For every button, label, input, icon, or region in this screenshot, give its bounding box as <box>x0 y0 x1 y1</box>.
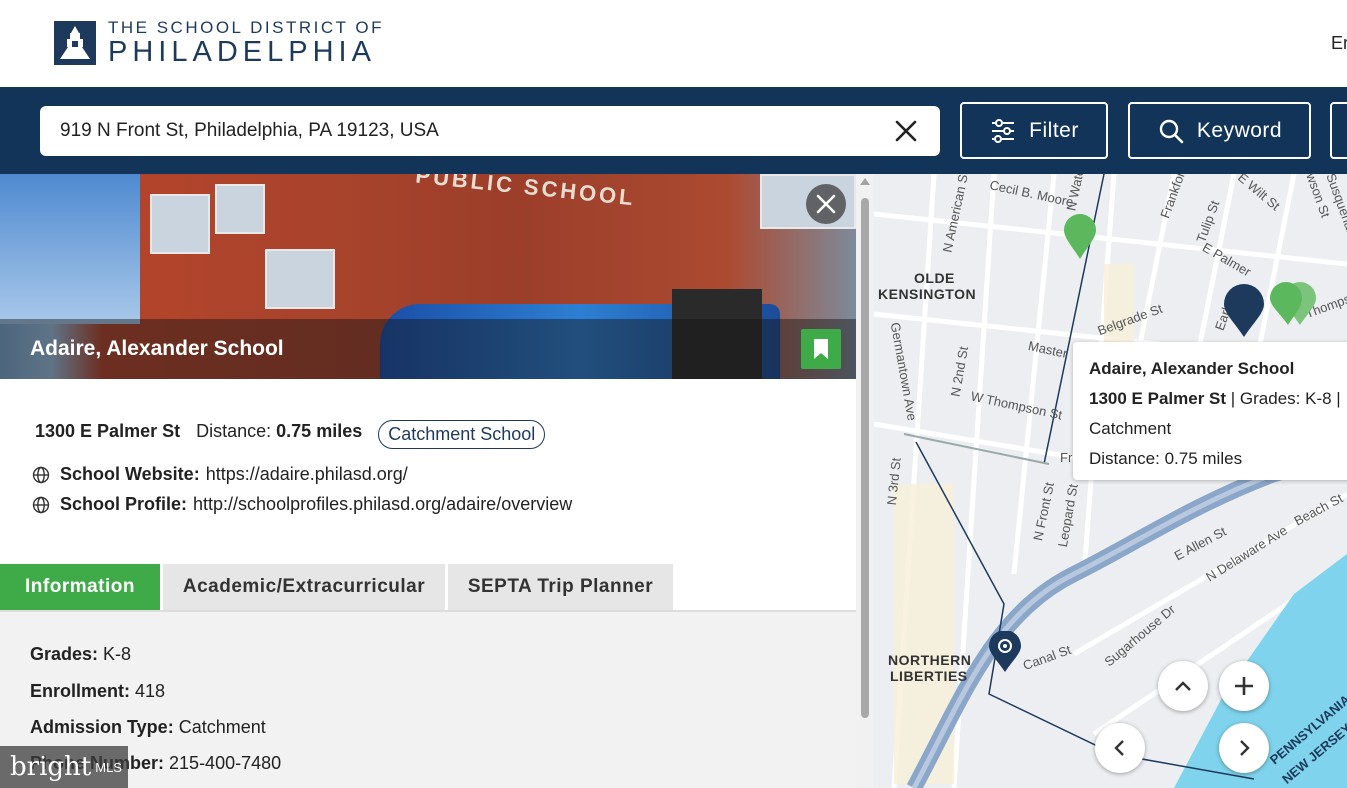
map-zoom-in-button[interactable] <box>1219 661 1269 711</box>
enrollment-value: 418 <box>135 681 166 701</box>
map-base-layer <box>874 174 1347 788</box>
school-name: Adaire, Alexander School <box>30 337 284 360</box>
map-neighborhood-olde: OLDE <box>914 270 955 286</box>
admission-row: Admission Type: Catchment <box>30 717 266 738</box>
watermark-suffix: MLS <box>95 759 122 775</box>
map-neighborhood-liberties: LIBERTIES <box>890 668 968 684</box>
profile-link[interactable]: http://schoolprofiles.philasd.org/adaire… <box>193 494 572 515</box>
photo-building-lettering: PUBLIC SCHOOL <box>414 174 637 211</box>
school-address: 1300 E Palmer St <box>35 421 181 441</box>
map-view[interactable]: OLDE KENSINGTON NORTHERN LIBERTIES Cecil… <box>874 174 1347 788</box>
bookmark-icon <box>814 339 828 359</box>
map-pan-right-button[interactable] <box>1219 723 1269 773</box>
chevron-right-icon <box>1240 740 1250 756</box>
map-pan-left-button[interactable] <box>1095 723 1145 773</box>
grades-label: Grades: <box>30 644 99 664</box>
detail-tabs: Information Academic/Extracurricular SEP… <box>0 564 856 610</box>
sliders-icon <box>992 118 1015 143</box>
popup-type: Catchment <box>1089 419 1172 438</box>
enrollment-label: Enrollment: <box>30 681 131 701</box>
school-distance: Distance: 0.75 miles <box>196 421 362 442</box>
search-input-value: 919 N Front St, Philadelphia, PA 19123, … <box>60 120 439 141</box>
map-neighborhood-northern: NORTHERN <box>888 652 972 668</box>
close-icon <box>895 120 917 142</box>
clear-search-button[interactable] <box>892 117 920 145</box>
distance-label: Distance: <box>196 421 272 441</box>
close-icon <box>816 194 836 214</box>
popup-address-row: 1300 E Palmer St | Grades: K-8 | <box>1089 384 1347 414</box>
school-photo: PUBLIC SCHOOL Adaire, Alexander School <box>0 174 856 379</box>
admission-label: Admission Type: <box>30 717 174 737</box>
language-selector[interactable]: En <box>1331 33 1347 54</box>
school-map-popup[interactable]: Adaire, Alexander School 1300 E Palmer S… <box>1073 342 1347 480</box>
selected-school-marker-icon[interactable] <box>1222 284 1266 338</box>
chevron-up-icon <box>1175 681 1191 691</box>
profile-label: School Profile: <box>60 494 188 514</box>
school-marker-icon[interactable] <box>1062 214 1098 260</box>
tab-academic-extracurricular[interactable]: Academic/Extracurricular <box>163 564 445 610</box>
close-panel-button[interactable] <box>806 184 846 224</box>
popup-school-name: Adaire, Alexander School <box>1089 359 1295 378</box>
information-panel: Grades: K-8 Enrollment: 418 Admission Ty… <box>0 612 856 788</box>
website-link[interactable]: https://adaire.philasd.org/ <box>206 464 408 485</box>
catchment-badge: Catchment School <box>378 420 546 449</box>
school-website-row: School Website: https://adaire.philasd.o… <box>32 464 408 485</box>
popup-grades: | Grades: K-8 | <box>1230 389 1341 408</box>
watermark-brand: bright <box>10 752 92 782</box>
search-icon <box>1159 119 1184 143</box>
search-toolbar: 919 N Front St, Philadelphia, PA 19123, … <box>0 87 1347 174</box>
address-search-input[interactable]: 919 N Front St, Philadelphia, PA 19123, … <box>40 106 940 156</box>
globe-icon <box>32 496 50 513</box>
scroll-up-arrow-icon[interactable] <box>860 178 870 185</box>
popup-distance: Distance: 0.75 miles <box>1089 449 1243 468</box>
home-location-pin-icon[interactable] <box>988 631 1022 673</box>
enrollment-row: Enrollment: 418 <box>30 681 165 702</box>
chevron-left-icon <box>1114 740 1124 756</box>
map-neighborhood-kensington: KENSINGTON <box>878 286 977 302</box>
tab-information[interactable]: Information <box>0 564 160 610</box>
grades-value: K-8 <box>103 644 132 664</box>
bright-mls-watermark: bright MLS <box>0 746 128 788</box>
logo-line2: PHILADELPHIA <box>108 36 376 68</box>
filter-button[interactable]: Filter <box>960 102 1108 159</box>
popup-address: 1300 E Palmer St <box>1089 389 1227 408</box>
logo-line1: THE SCHOOL DISTRICT OF <box>108 18 385 37</box>
phone-value: 215-400-7480 <box>169 753 282 773</box>
keyword-button[interactable]: Keyword <box>1128 102 1311 159</box>
distance-value: 0.75 miles <box>276 421 363 441</box>
school-profile-row: School Profile: http://schoolprofiles.ph… <box>32 494 572 515</box>
grades-row: Grades: K-8 <box>30 644 131 665</box>
street-label: Fr <box>1060 450 1073 465</box>
map-pan-up-button[interactable] <box>1158 661 1208 711</box>
panel-scrollbar[interactable] <box>856 174 874 788</box>
bookmark-button[interactable] <box>801 329 841 369</box>
school-detail-panel: PUBLIC SCHOOL Adaire, Alexander School 1… <box>0 174 856 788</box>
district-logo[interactable]: THE SCHOOL DISTRICT OF PHILADELPHIA <box>54 19 384 67</box>
admission-value: Catchment <box>178 717 266 737</box>
website-label: School Website: <box>60 464 200 484</box>
more-toolbar-button[interactable] <box>1330 102 1347 159</box>
filter-button-label: Filter <box>1029 118 1079 142</box>
scrollbar-thumb[interactable] <box>861 198 869 718</box>
plus-icon <box>1235 677 1253 695</box>
site-header: THE SCHOOL DISTRICT OF PHILADELPHIA En <box>0 0 1347 87</box>
bell-tower-logo-icon <box>54 21 96 65</box>
tab-septa-trip-planner[interactable]: SEPTA Trip Planner <box>448 564 673 610</box>
globe-icon <box>32 466 50 483</box>
school-marker-cluster-icon[interactable] <box>1268 280 1318 326</box>
keyword-button-label: Keyword <box>1196 118 1283 142</box>
school-meta-row: 1300 E Palmer St Distance: 0.75 miles Ca… <box>35 414 546 449</box>
